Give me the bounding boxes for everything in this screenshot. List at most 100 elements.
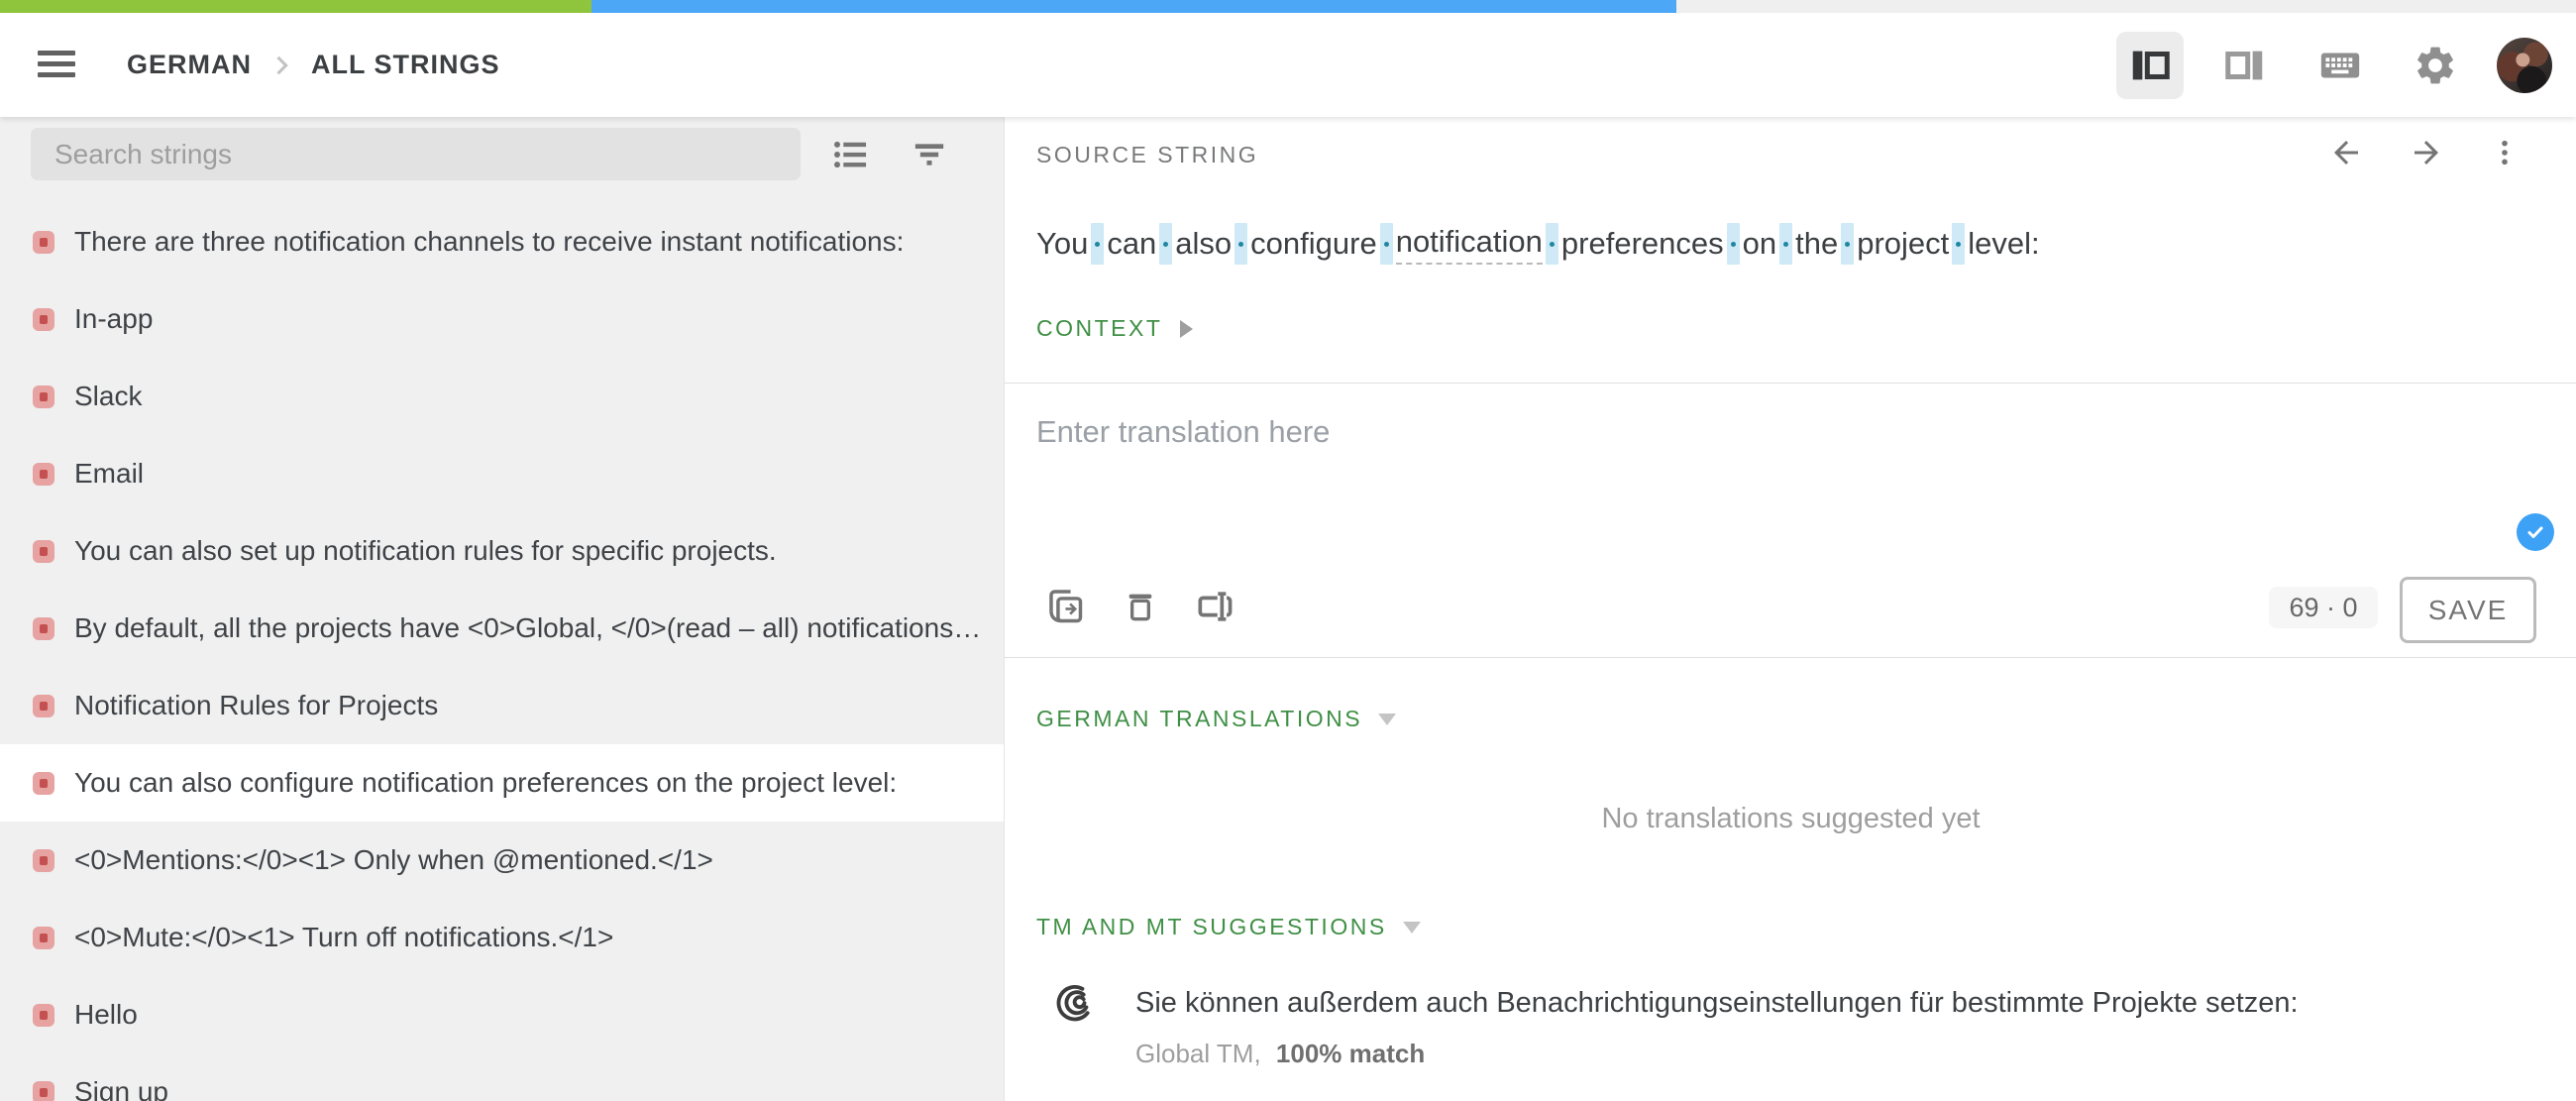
list-item-label: Slack xyxy=(74,381,142,412)
copy-source-icon xyxy=(1044,585,1088,628)
untranslated-badge xyxy=(33,1081,54,1101)
progress-segment-inprogress xyxy=(591,0,1676,13)
whitespace-marker xyxy=(1546,223,1558,265)
german-translations-toggle[interactable]: GERMAN TRANSLATIONS xyxy=(1036,706,1396,732)
char-counter: 69 · 0 xyxy=(2269,587,2378,628)
untranslated-badge xyxy=(33,695,54,717)
context-toggle[interactable]: CONTEXT xyxy=(1036,315,1193,342)
progress-segment-translated xyxy=(0,0,591,13)
source-word: notification xyxy=(1396,224,1543,265)
list-item[interactable]: Hello xyxy=(0,976,1004,1053)
topbar: GERMAN ALL STRINGS xyxy=(0,13,2576,117)
string-navigation xyxy=(2328,135,2521,170)
source-word: the xyxy=(1795,226,1838,262)
list-item[interactable]: Notification Rules for Projects xyxy=(0,667,1004,744)
whitespace-marker xyxy=(1779,223,1792,265)
whitespace-marker xyxy=(1234,223,1247,265)
untranslated-badge xyxy=(33,308,54,331)
collapse-icon xyxy=(1403,922,1421,934)
list-item[interactable]: Slack xyxy=(0,358,1004,435)
translation-toolbar xyxy=(1044,585,1236,628)
breadcrumb: GERMAN ALL STRINGS xyxy=(127,13,500,117)
untranslated-badge xyxy=(33,463,54,486)
collapse-icon xyxy=(1378,714,1396,725)
list-item[interactable]: There are three notification channels to… xyxy=(0,203,1004,280)
string-menu-button[interactable] xyxy=(2489,137,2521,168)
filter-icon[interactable] xyxy=(910,135,949,174)
whitespace-marker xyxy=(1841,223,1854,265)
keyboard-shortcuts-button[interactable] xyxy=(2307,32,2374,99)
delete-translation-button[interactable] xyxy=(1121,587,1160,626)
whitespace-marker xyxy=(1380,223,1393,265)
list-item-label: By default, all the projects have <0>Glo… xyxy=(74,612,981,644)
untranslated-badge xyxy=(33,385,54,408)
divider xyxy=(1005,657,2576,658)
copy-source-button[interactable] xyxy=(1044,585,1088,628)
breadcrumb-language[interactable]: GERMAN xyxy=(127,50,252,80)
gear-icon xyxy=(2413,43,2458,88)
tm-suggestion-text[interactable]: Sie können außerdem auch Benachrichtigun… xyxy=(1135,987,2299,1020)
tm-suggestion-meta: Global TM, 100% match xyxy=(1135,1039,1425,1069)
divider xyxy=(1005,383,2576,384)
list-item-label: <0>Mute:</0><1> Turn off notifications.<… xyxy=(74,922,613,953)
source-word: on xyxy=(1743,226,1776,262)
source-word: can xyxy=(1107,226,1156,262)
tm-suggestion-match: 100% match xyxy=(1276,1039,1425,1068)
whitespace-marker xyxy=(1952,223,1965,265)
list-item[interactable]: By default, all the projects have <0>Glo… xyxy=(0,590,1004,667)
next-string-button[interactable] xyxy=(2409,135,2444,170)
untranslated-badge xyxy=(33,540,54,563)
list-item[interactable]: In-app xyxy=(0,280,1004,358)
list-item-label: There are three notification channels to… xyxy=(74,226,904,258)
untranslated-badge xyxy=(33,231,54,254)
panel-left-layout-icon xyxy=(2127,43,2173,88)
list-view-icon[interactable] xyxy=(830,134,872,175)
source-word: level: xyxy=(1968,226,2039,262)
insert-placeholder-button[interactable] xyxy=(1193,585,1236,628)
list-item[interactable]: <0>Mute:</0><1> Turn off notifications.<… xyxy=(0,899,1004,976)
string-list: There are three notification channels to… xyxy=(0,203,1004,1101)
translation-input[interactable]: Enter translation here xyxy=(1036,414,1928,553)
list-item-label: In-app xyxy=(74,303,153,335)
panel-left-layout-button[interactable] xyxy=(2116,32,2184,99)
previous-string-button[interactable] xyxy=(2328,135,2364,170)
list-item-label: <0>Mentions:</0><1> Only when @mentioned… xyxy=(74,844,713,876)
list-item-label: You can also set up notification rules f… xyxy=(74,535,777,567)
list-item-label: Sign up xyxy=(74,1076,168,1101)
source-string-text: Youcanalso configure notification preferenc… xyxy=(1036,220,2040,268)
sidebar-toolbar xyxy=(830,134,949,175)
translation-editor-app: GERMAN ALL STRINGS xyxy=(0,0,2576,1101)
strings-sidebar: There are three notification channels to… xyxy=(0,117,1004,1101)
untranslated-badge xyxy=(33,849,54,872)
list-item[interactable]: You can also set up notification rules f… xyxy=(0,512,1004,590)
tm-suggestions-toggle[interactable]: TM AND MT SUGGESTIONS xyxy=(1036,914,1421,940)
menu-icon[interactable] xyxy=(38,51,75,78)
untranslated-badge xyxy=(33,927,54,949)
language-progress-bar xyxy=(0,0,2576,13)
user-avatar[interactable] xyxy=(2497,38,2552,93)
settings-button[interactable] xyxy=(2402,32,2469,99)
source-word: also xyxy=(1175,226,1232,262)
whitespace-marker xyxy=(1159,223,1172,265)
expand-right-icon xyxy=(1180,320,1193,338)
tm-suggestion-origin: Global TM, xyxy=(1135,1039,1261,1068)
list-item-label: Hello xyxy=(74,999,138,1031)
topbar-actions xyxy=(2116,13,2552,117)
untranslated-badge xyxy=(33,617,54,640)
source-word: configure xyxy=(1250,226,1377,262)
source-word: preferences xyxy=(1561,226,1724,262)
tm-suggestions-label: TM AND MT SUGGESTIONS xyxy=(1036,914,1387,940)
list-item[interactable]: Email xyxy=(0,435,1004,512)
search-input[interactable] xyxy=(31,128,801,180)
list-item[interactable]: <0>Mentions:</0><1> Only when @mentioned… xyxy=(0,822,1004,899)
breadcrumb-current: ALL STRINGS xyxy=(311,50,500,80)
panel-right-layout-button[interactable] xyxy=(2211,32,2279,99)
save-button[interactable]: SAVE xyxy=(2400,577,2536,643)
untranslated-badge xyxy=(33,772,54,795)
source-word: You xyxy=(1036,226,1088,262)
confirm-translation-button[interactable] xyxy=(2517,513,2554,551)
arrow-left-icon xyxy=(2328,135,2364,170)
rename-cursor-icon xyxy=(1193,585,1236,628)
list-item[interactable]: Sign up xyxy=(0,1053,1004,1101)
list-item[interactable]: You can also configure notification pref… xyxy=(0,744,1004,822)
